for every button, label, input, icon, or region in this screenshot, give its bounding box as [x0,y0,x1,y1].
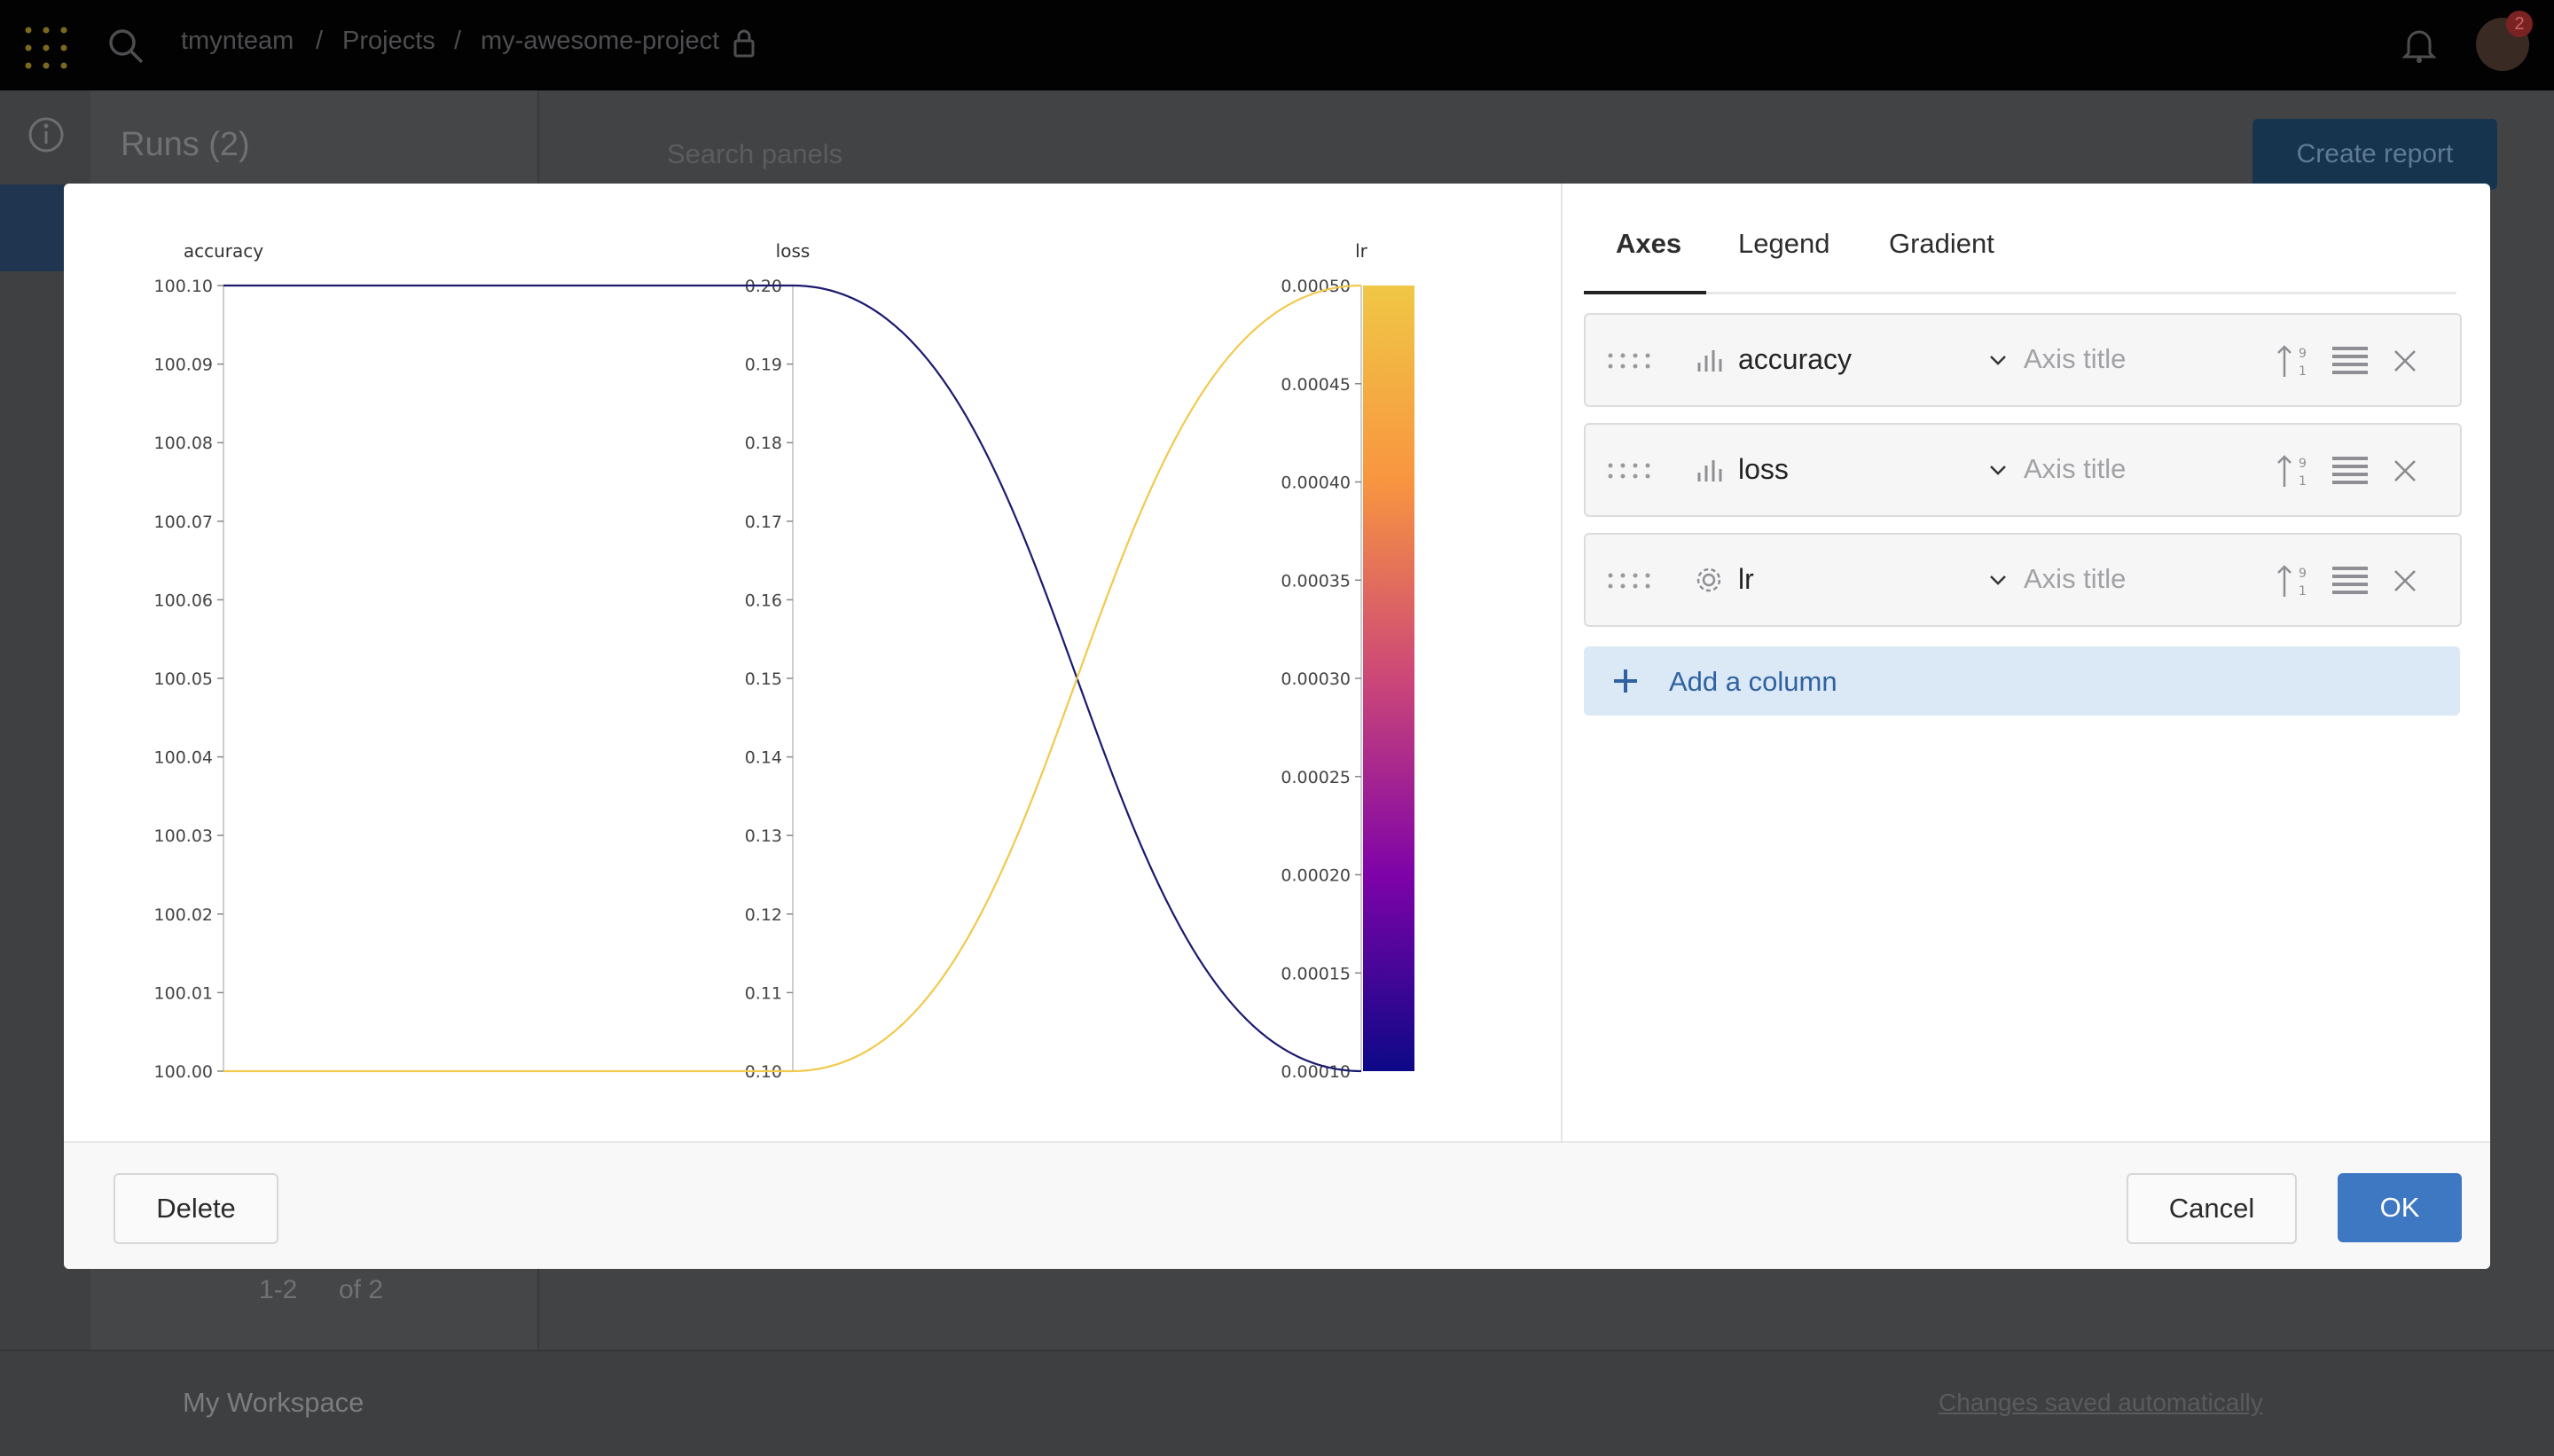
ok-button[interactable]: OK [2338,1173,2462,1242]
tick-label: 0.00020 [1281,866,1351,886]
axis-title-input[interactable]: Axis title [2024,563,2126,595]
tab-axes[interactable]: Axes [1616,228,1681,260]
tab-gradient[interactable]: Gradient [1889,228,1994,260]
svg-text:1: 1 [2299,474,2307,489]
tick-label: 0.17 [745,513,782,532]
chart-svg: accuracy 100.10 100.09 100.08 100.07 100.06 10… [154,240,1414,1082]
color-gradient-bar [1363,286,1414,1071]
svg-text:9: 9 [2299,457,2307,471]
axis-row-accuracy: accuracy Axis title 91 [1584,313,2462,407]
svg-text:9: 9 [2299,347,2307,361]
sort-order-icon[interactable]: 91 [2276,563,2313,599]
breadcrumb-project[interactable]: my-awesome-project [481,27,719,56]
pagination-select[interactable]: 1-2 [259,1275,297,1305]
info-icon[interactable] [27,115,66,154]
tick-label: 0.13 [745,826,782,846]
tick-label: 100.09 [154,356,213,375]
axis-label: lr [1355,240,1368,262]
tick-label: 100.06 [154,591,213,610]
tick-label: 0.00045 [1281,375,1351,395]
chevron-down-icon[interactable] [1988,574,2008,586]
scale-icon[interactable] [2332,567,2368,595]
axis-row-loss: loss Axis title 91 [1584,423,2462,517]
breadcrumb-projects[interactable]: Projects [342,27,435,56]
tick-label: 0.00030 [1281,669,1351,689]
axis-column-select[interactable]: accuracy [1738,343,1852,376]
notification-badge: 2 [2506,11,2533,37]
chevron-down-icon[interactable] [1988,354,2008,366]
scale-icon[interactable] [2332,347,2368,375]
modal-footer: Delete Cancel OK [64,1141,2490,1269]
svg-text:9: 9 [2299,567,2307,581]
tab-legend[interactable]: Legend [1738,228,1829,260]
sort-order-icon[interactable]: 91 [2276,453,2313,489]
scale-icon[interactable] [2332,457,2368,485]
tick-label: 100.07 [154,513,213,532]
svg-text:1: 1 [2299,584,2307,599]
tick-label: 0.19 [745,356,782,375]
tick-label: 100.02 [154,905,213,925]
tick-label: 0.14 [745,748,782,768]
gear-icon [1696,568,1721,592]
tick-label: 100.05 [154,669,213,689]
bottom-bar: My Workspace Changes saved automatically [0,1350,2554,1456]
close-icon[interactable] [2393,568,2417,593]
pagination-total: of 2 [339,1275,384,1304]
tick-label: 100.01 [154,983,213,1003]
delete-button[interactable]: Delete [114,1173,278,1244]
tick-label: 0.00035 [1281,571,1351,591]
tick-label: 0.00015 [1281,964,1351,983]
config-tabs: Axes Legend Gradient [1584,210,2456,294]
tick-label: 0.00040 [1281,474,1351,493]
search-icon[interactable] [106,27,145,66]
search-panels-input[interactable]: Search panels [585,119,1933,190]
parallel-coordinates-chart: accuracy 100.10 100.09 100.08 100.07 100.06 10… [64,184,1561,1141]
tick-label: 100.04 [154,748,213,768]
breadcrumb-team[interactable]: tmynteam [181,27,294,56]
axis-title-input[interactable]: Axis title [2024,453,2126,485]
axis-column-select[interactable]: loss [1738,453,1789,486]
tick-label: 0.15 [745,669,782,689]
active-tab-indicator [1584,291,1706,294]
axis-title-input[interactable]: Axis title [2024,343,2126,375]
axis-row-lr: lr Axis title 91 [1584,533,2462,627]
bar-chart-icon [1697,460,1722,481]
runs-title: Runs (2) [121,126,250,163]
tick-label: 100.03 [154,826,213,846]
tick-label: 0.12 [745,905,782,925]
drag-handle-icon[interactable] [1607,462,1653,480]
axis-label: accuracy [184,240,263,262]
tick-label: 100.08 [154,434,213,453]
panel-divider [1561,184,1563,1141]
top-navigation-bar: tmynteam / Projects / my-awesome-project… [0,0,2554,90]
close-icon[interactable] [2393,348,2417,373]
tick-label: 0.18 [745,434,782,453]
edit-panel-modal: accuracy 100.10 100.09 100.08 100.07 100.06 10… [64,184,2490,1269]
tick-label: 0.00025 [1281,768,1351,787]
create-report-button[interactable]: Create report [2252,119,2497,190]
tick-label: 100.10 [154,277,213,296]
axis-column-select[interactable]: lr [1738,563,1754,596]
tick-label: 0.00010 [1281,1062,1351,1082]
close-icon[interactable] [2393,458,2417,483]
axis-label: loss [776,240,811,262]
tick-label: 0.11 [745,983,782,1003]
add-column-button[interactable]: Add a column [1584,646,2460,716]
plus-icon [1614,669,1637,693]
lock-icon [733,29,755,58]
tick-label: 100.00 [154,1062,213,1082]
tick-label: 0.16 [745,591,782,610]
bell-icon[interactable] [2401,27,2437,64]
workspace-name[interactable]: My Workspace [183,1387,364,1419]
drag-handle-icon[interactable] [1607,352,1653,370]
chevron-down-icon[interactable] [1988,464,2008,476]
saved-status: Changes saved automatically [1939,1389,2263,1416]
cancel-button[interactable]: Cancel [2127,1173,2297,1244]
sort-order-icon[interactable]: 91 [2276,343,2313,379]
app-grid-icon[interactable] [23,25,69,71]
svg-text:1: 1 [2299,364,2307,379]
drag-handle-icon[interactable] [1607,572,1653,590]
bar-chart-icon [1697,350,1722,372]
